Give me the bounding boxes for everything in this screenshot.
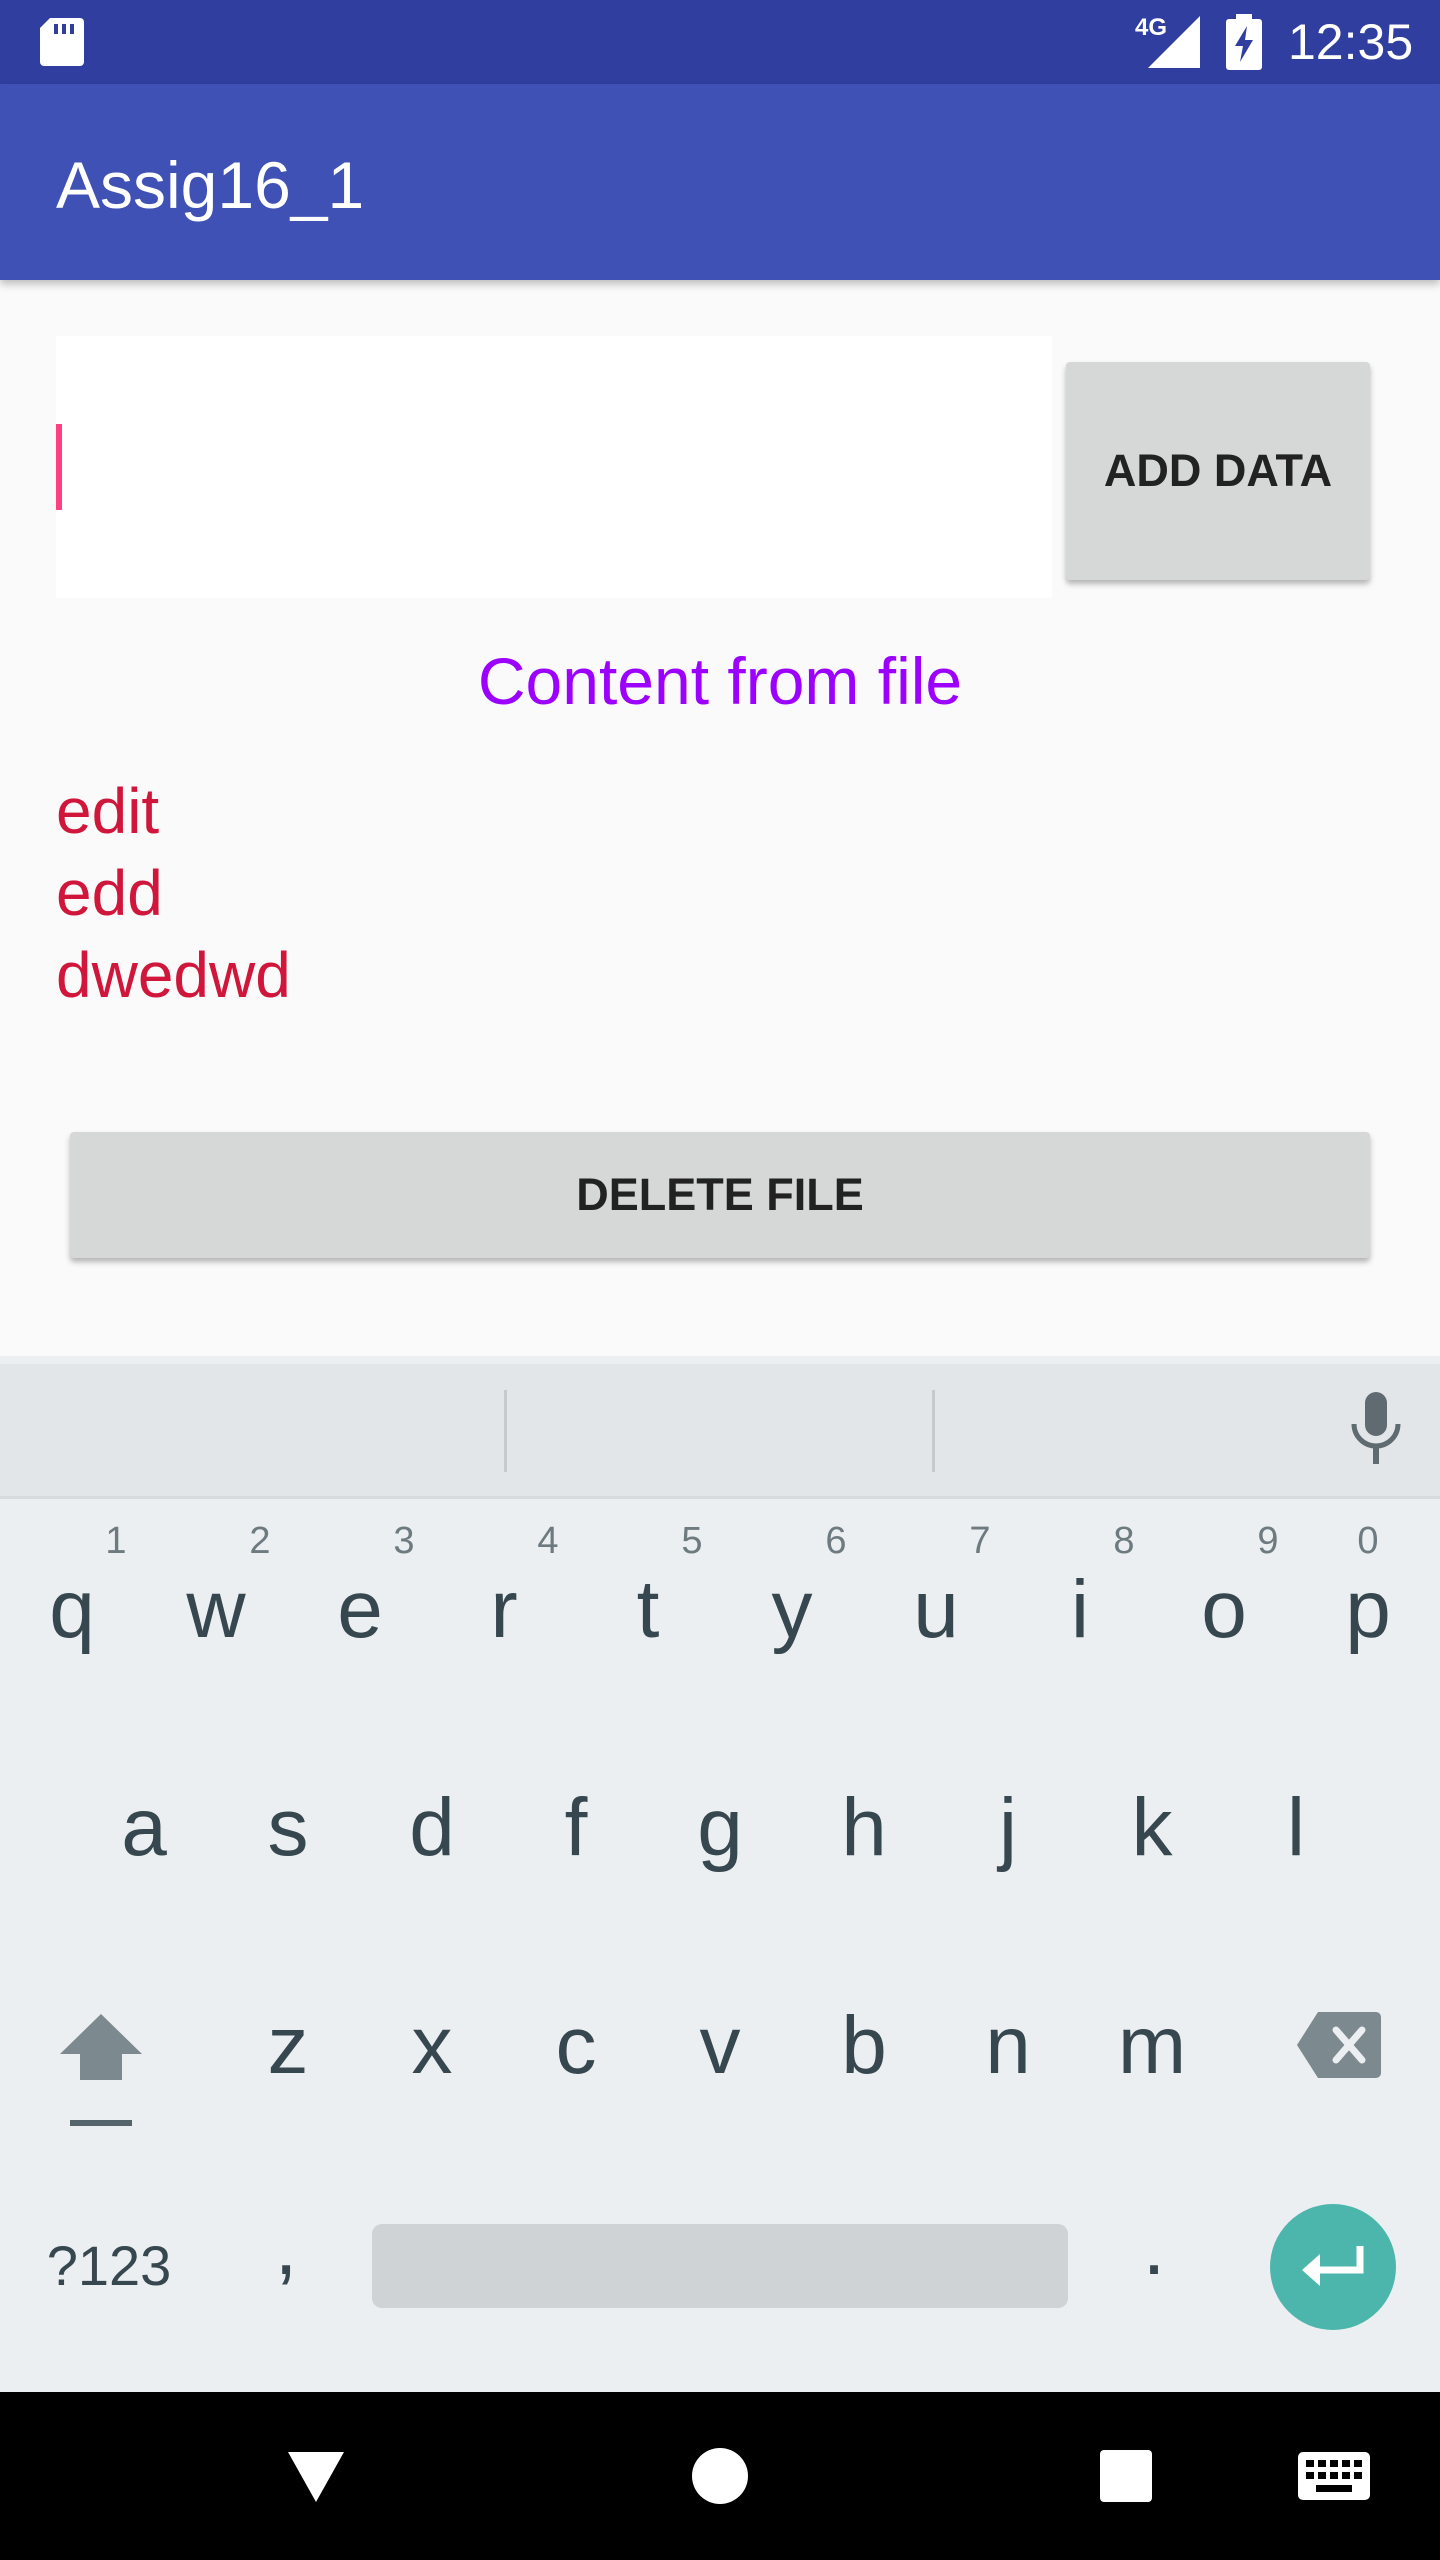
key-i[interactable]: i xyxy=(1008,1560,1152,1660)
key-f[interactable]: f xyxy=(504,1778,648,1878)
key-e[interactable]: e xyxy=(288,1560,432,1660)
key-k[interactable]: k xyxy=(1080,1778,1224,1878)
text-cursor xyxy=(56,424,62,510)
enter-icon xyxy=(1302,2246,1364,2286)
key-hint: 8 xyxy=(1113,1520,1135,1562)
key-s[interactable]: s xyxy=(216,1778,360,1878)
suggestion-divider xyxy=(504,1390,507,1472)
key-w[interactable]: w xyxy=(144,1560,288,1660)
file-content: edit edd dwedwd xyxy=(56,770,291,1016)
key-hint: 1 xyxy=(105,1520,127,1562)
status-bar xyxy=(0,0,1440,84)
file-line: edd xyxy=(56,857,163,929)
battery-charging-icon xyxy=(1226,14,1262,70)
key-hint: 5 xyxy=(681,1520,703,1562)
space-key[interactable] xyxy=(372,2224,1068,2308)
key-a[interactable]: a xyxy=(72,1778,216,1878)
key-x[interactable]: x xyxy=(360,1996,504,2096)
key-g[interactable]: g xyxy=(648,1778,792,1878)
comma-key[interactable]: , xyxy=(246,2200,326,2294)
period-key[interactable]: . xyxy=(1114,2200,1194,2294)
key-d[interactable]: d xyxy=(360,1778,504,1878)
key-hint: 7 xyxy=(969,1520,991,1562)
keyboard-switch-icon[interactable] xyxy=(1298,2452,1370,2500)
enter-key[interactable] xyxy=(1270,2204,1396,2330)
clock: 12:35 xyxy=(1288,14,1414,70)
key-o[interactable]: o xyxy=(1152,1560,1296,1660)
delete-file-button[interactable]: DELETE FILE xyxy=(70,1132,1370,1258)
key-hint: 2 xyxy=(249,1520,271,1562)
key-b[interactable]: b xyxy=(792,1996,936,2096)
key-hint: 6 xyxy=(825,1520,847,1562)
symbols-key[interactable]: ?123 xyxy=(34,2226,184,2306)
key-hint: 0 xyxy=(1357,1520,1379,1562)
key-n[interactable]: n xyxy=(936,1996,1080,2096)
key-p[interactable]: p xyxy=(1296,1560,1440,1660)
file-line: edit xyxy=(56,775,160,847)
key-hint: 3 xyxy=(393,1520,415,1562)
suggestion-strip xyxy=(0,1364,1440,1498)
suggestion-divider xyxy=(932,1390,935,1472)
app-title: Assig16_1 xyxy=(56,148,365,222)
suggestion-strip-border xyxy=(0,1496,1440,1499)
home-icon[interactable] xyxy=(692,2448,748,2504)
data-input-field[interactable] xyxy=(56,336,1052,598)
add-data-button-label: ADD DATA xyxy=(1103,445,1333,496)
add-data-button[interactable]: ADD DATA xyxy=(1066,362,1370,580)
key-j[interactable]: j xyxy=(936,1778,1080,1878)
file-line: dwedwd xyxy=(56,939,291,1011)
key-v[interactable]: v xyxy=(648,1996,792,2096)
sd-card-icon xyxy=(40,18,84,66)
delete-file-button-label: DELETE FILE xyxy=(576,1169,864,1220)
key-hint: 4 xyxy=(537,1520,559,1562)
content-heading: Content from file xyxy=(477,644,963,718)
key-r[interactable]: r xyxy=(432,1560,576,1660)
key-c[interactable]: c xyxy=(504,1996,648,2096)
shift-icon[interactable] xyxy=(56,2010,146,2130)
key-y[interactable]: y xyxy=(720,1560,864,1660)
signal-icon xyxy=(1148,16,1200,68)
key-m[interactable]: m xyxy=(1080,1996,1224,2096)
key-u[interactable]: u xyxy=(864,1560,1008,1660)
mic-icon[interactable] xyxy=(1346,1392,1406,1464)
key-q[interactable]: q xyxy=(0,1560,144,1660)
recents-icon[interactable] xyxy=(1100,2450,1152,2502)
back-icon[interactable] xyxy=(286,2446,346,2506)
key-l[interactable]: l xyxy=(1224,1778,1368,1878)
key-z[interactable]: z xyxy=(216,1996,360,2096)
key-h[interactable]: h xyxy=(792,1778,936,1878)
key-t[interactable]: t xyxy=(576,1560,720,1660)
backspace-icon[interactable] xyxy=(1296,2010,1382,2080)
